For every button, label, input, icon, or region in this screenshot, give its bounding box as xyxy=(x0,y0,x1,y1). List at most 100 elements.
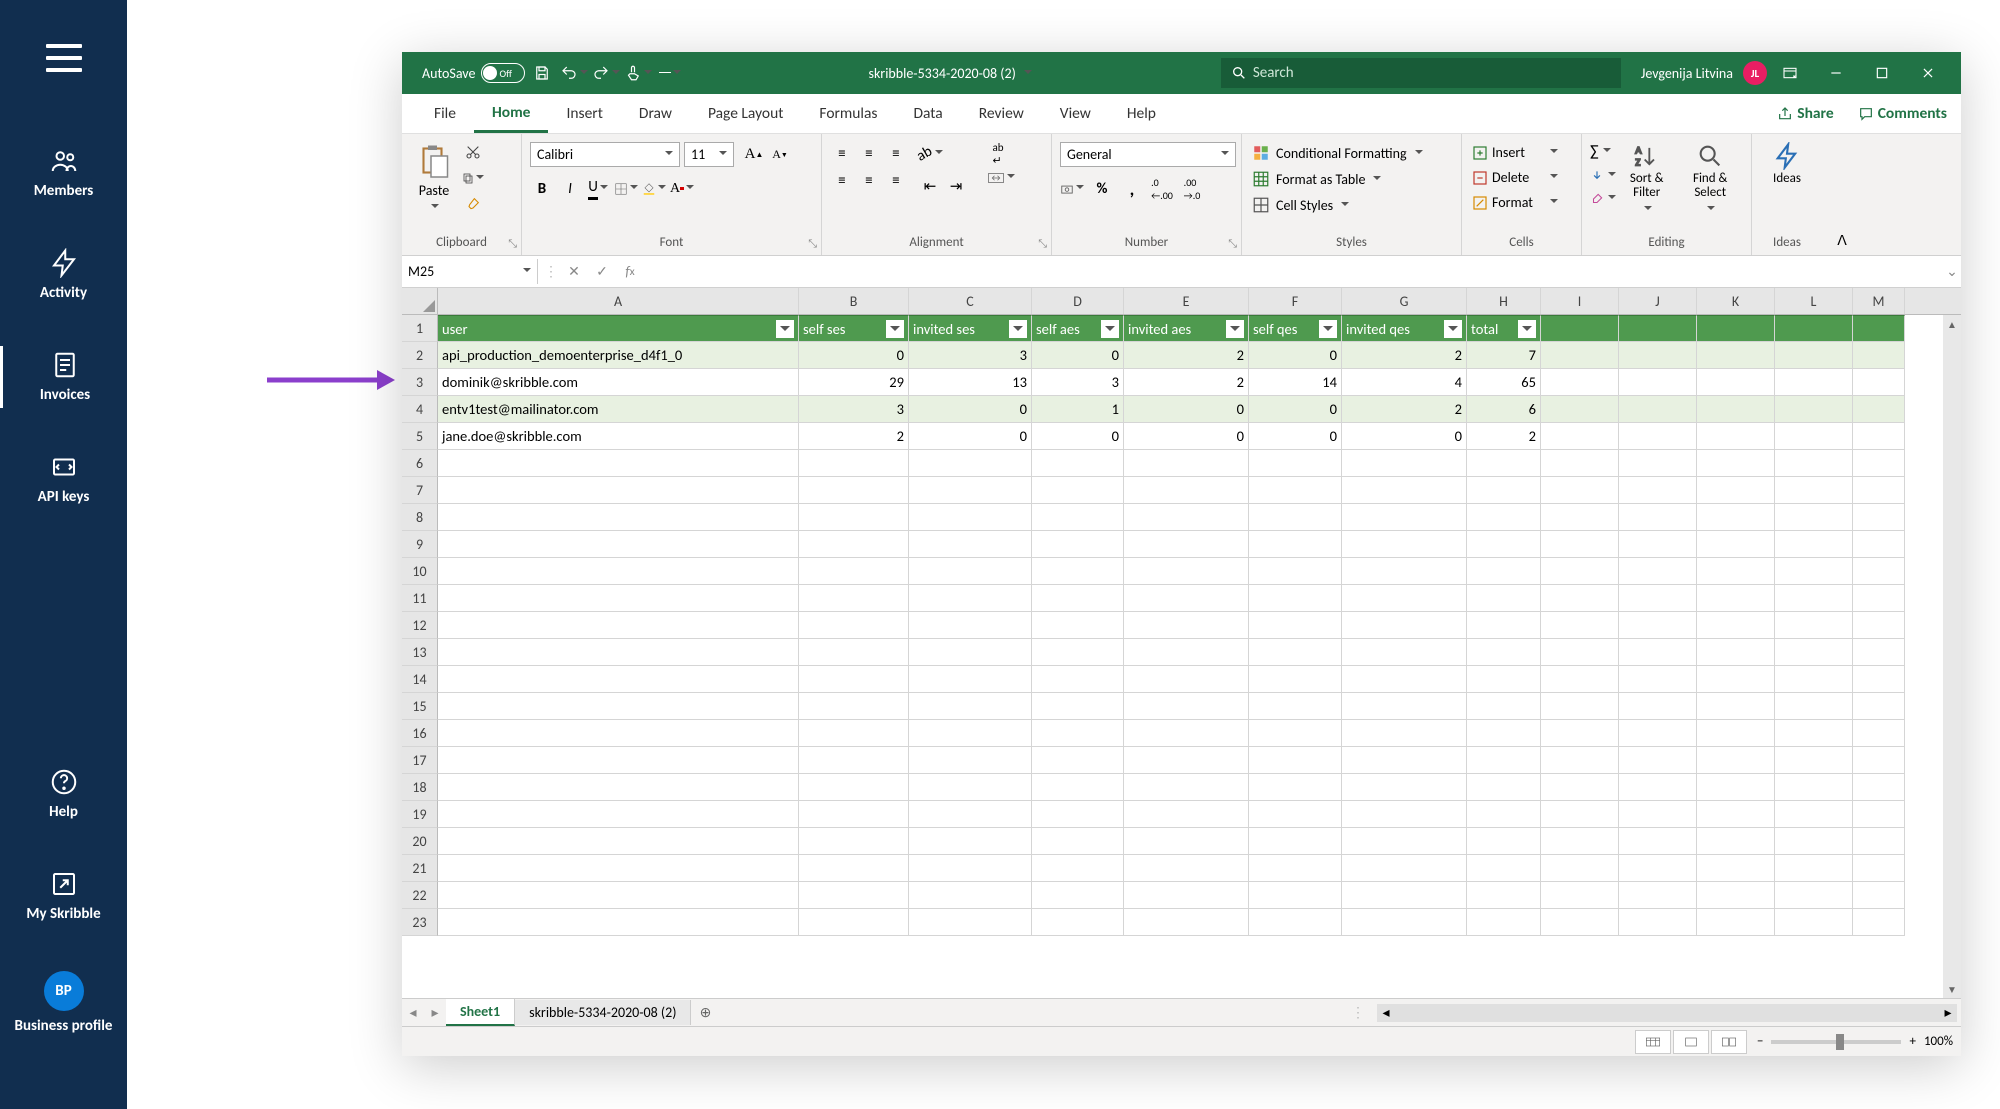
filter-dropdown-button[interactable] xyxy=(1518,320,1536,338)
filter-dropdown-button[interactable] xyxy=(1101,320,1119,338)
undo-button[interactable] xyxy=(559,58,589,88)
cell[interactable] xyxy=(1541,909,1619,936)
cell[interactable] xyxy=(909,801,1032,828)
row-header[interactable]: 6 xyxy=(402,450,438,477)
cell[interactable] xyxy=(438,558,799,585)
cell[interactable] xyxy=(1124,801,1249,828)
cell[interactable]: self ses xyxy=(799,315,909,342)
cell[interactable] xyxy=(1032,747,1124,774)
cell[interactable] xyxy=(1342,666,1467,693)
cell[interactable] xyxy=(438,531,799,558)
cell[interactable] xyxy=(1697,801,1775,828)
cell[interactable] xyxy=(1697,558,1775,585)
row-header[interactable]: 14 xyxy=(402,666,438,693)
cell[interactable] xyxy=(1541,504,1619,531)
cell[interactable] xyxy=(1541,477,1619,504)
cell[interactable]: 0 xyxy=(909,423,1032,450)
cell[interactable] xyxy=(1853,477,1905,504)
tab-insert[interactable]: Insert xyxy=(548,96,620,131)
cell[interactable] xyxy=(799,774,909,801)
cell[interactable] xyxy=(1775,882,1853,909)
cell[interactable] xyxy=(1775,585,1853,612)
cell[interactable] xyxy=(1541,558,1619,585)
cell[interactable] xyxy=(1124,747,1249,774)
cell[interactable] xyxy=(1697,450,1775,477)
filter-dropdown-button[interactable] xyxy=(1444,320,1462,338)
cell[interactable] xyxy=(1124,558,1249,585)
cell[interactable] xyxy=(1697,720,1775,747)
cell[interactable] xyxy=(1619,531,1697,558)
cell[interactable] xyxy=(799,639,909,666)
cell[interactable] xyxy=(1342,477,1467,504)
cell[interactable] xyxy=(1124,882,1249,909)
cell[interactable] xyxy=(1697,666,1775,693)
cell[interactable] xyxy=(1124,909,1249,936)
cell[interactable] xyxy=(1853,369,1905,396)
zoom-out-button[interactable]: − xyxy=(1757,1034,1763,1049)
cell[interactable] xyxy=(1541,720,1619,747)
delete-cells-button[interactable]: Delete xyxy=(1470,167,1560,188)
cell[interactable] xyxy=(1697,747,1775,774)
cell[interactable] xyxy=(1467,801,1541,828)
cell[interactable] xyxy=(909,828,1032,855)
cell[interactable] xyxy=(1467,855,1541,882)
tab-draw[interactable]: Draw xyxy=(621,96,690,131)
cell[interactable] xyxy=(799,558,909,585)
cell[interactable] xyxy=(1853,396,1905,423)
cell[interactable] xyxy=(799,693,909,720)
cell[interactable] xyxy=(1619,612,1697,639)
cell[interactable]: 65 xyxy=(1467,369,1541,396)
row-header[interactable]: 12 xyxy=(402,612,438,639)
row-header[interactable]: 23 xyxy=(402,909,438,936)
row-header[interactable]: 4 xyxy=(402,396,438,423)
cell[interactable] xyxy=(1541,531,1619,558)
autosum-button[interactable]: ∑ xyxy=(1590,142,1616,161)
cell[interactable] xyxy=(1619,477,1697,504)
cell[interactable] xyxy=(909,612,1032,639)
cell[interactable] xyxy=(1032,531,1124,558)
cell[interactable] xyxy=(799,882,909,909)
cell[interactable] xyxy=(438,882,799,909)
cell[interactable] xyxy=(1342,720,1467,747)
cell[interactable] xyxy=(1853,342,1905,369)
cell[interactable] xyxy=(1342,450,1467,477)
row-header[interactable]: 21 xyxy=(402,855,438,882)
italic-button[interactable]: I xyxy=(558,177,582,201)
cell[interactable] xyxy=(909,531,1032,558)
alignment-dialog-launcher[interactable]: ⤡ xyxy=(1038,237,1047,251)
col-header-F[interactable]: F xyxy=(1249,288,1342,314)
cell[interactable]: 3 xyxy=(1032,369,1124,396)
cell[interactable] xyxy=(1541,855,1619,882)
cell[interactable] xyxy=(1853,531,1905,558)
cell[interactable] xyxy=(1032,450,1124,477)
cell[interactable] xyxy=(1032,558,1124,585)
cell[interactable] xyxy=(1249,909,1342,936)
cell[interactable]: 3 xyxy=(909,342,1032,369)
cell[interactable] xyxy=(1342,909,1467,936)
menu-toggle-button[interactable] xyxy=(46,44,82,72)
cell[interactable] xyxy=(1697,504,1775,531)
align-bottom-button[interactable]: ≡ xyxy=(884,142,908,166)
cell[interactable] xyxy=(1775,612,1853,639)
cell[interactable] xyxy=(1249,477,1342,504)
cell[interactable] xyxy=(1619,450,1697,477)
cell[interactable] xyxy=(1697,828,1775,855)
cell[interactable] xyxy=(1853,828,1905,855)
cell[interactable] xyxy=(1775,477,1853,504)
col-header-D[interactable]: D xyxy=(1032,288,1124,314)
col-header-M[interactable]: M xyxy=(1853,288,1905,314)
cell[interactable] xyxy=(1619,666,1697,693)
cell[interactable]: 2 xyxy=(1342,342,1467,369)
cell[interactable] xyxy=(1619,693,1697,720)
bold-button[interactable]: B xyxy=(530,177,554,201)
cell[interactable] xyxy=(1775,774,1853,801)
cell[interactable]: self qes xyxy=(1249,315,1342,342)
sidebar-item-help[interactable]: Help xyxy=(0,763,127,825)
cell[interactable] xyxy=(1124,477,1249,504)
cell[interactable] xyxy=(1697,396,1775,423)
cell[interactable] xyxy=(909,477,1032,504)
row-header[interactable]: 16 xyxy=(402,720,438,747)
cell[interactable] xyxy=(799,531,909,558)
cell[interactable] xyxy=(1619,423,1697,450)
cell[interactable] xyxy=(1853,639,1905,666)
